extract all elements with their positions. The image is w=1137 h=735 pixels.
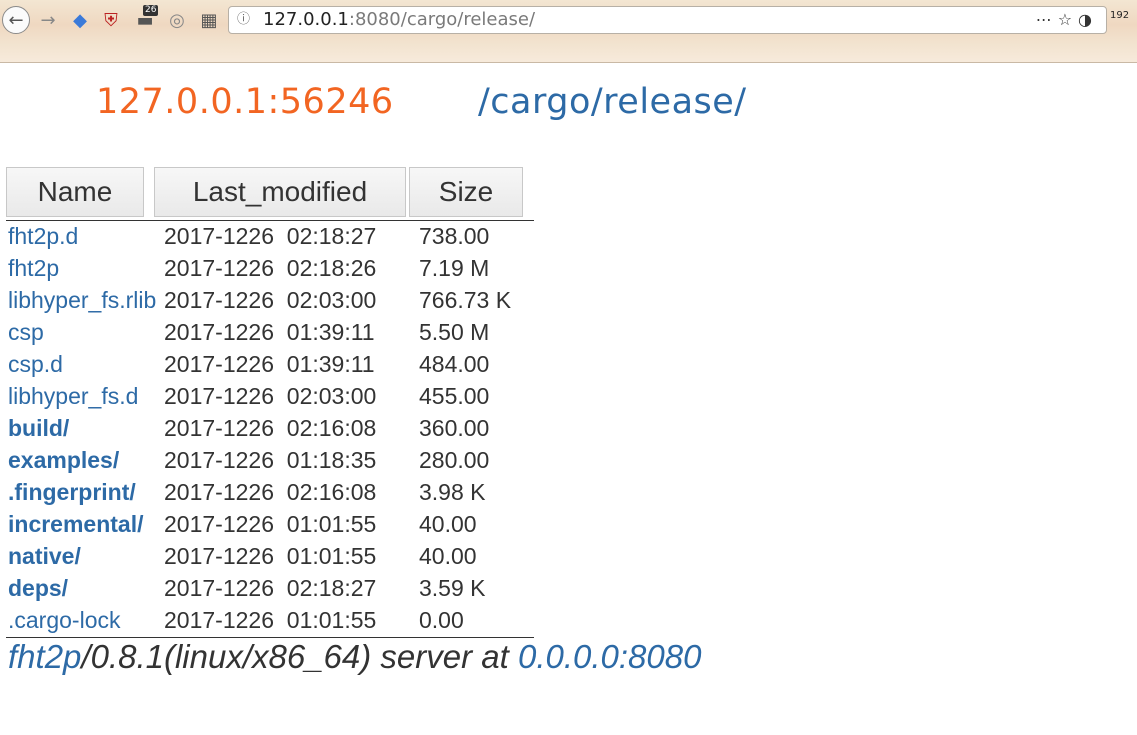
directory-link[interactable]: build/ — [8, 413, 69, 443]
shield-icon: ⛨ — [104, 9, 118, 31]
file-link[interactable]: csp.d — [8, 349, 63, 379]
file-size: 280.00 — [419, 447, 490, 473]
back-button[interactable]: ← — [2, 6, 30, 34]
last-modified: 2017-1226 02:18:26 — [164, 255, 377, 281]
file-link[interactable]: fht2p — [8, 253, 59, 283]
file-size: 5.50 M — [419, 319, 490, 345]
sort-name-button[interactable]: Name — [6, 167, 144, 217]
arrow-right-icon: → — [40, 9, 56, 31]
server-host: 127.0.0.1:56246 — [96, 82, 394, 122]
url-host: 127.0.0.1 — [263, 9, 349, 30]
file-link[interactable]: fht2p.d — [8, 221, 78, 251]
extension-badge: 26 — [143, 5, 159, 16]
file-size: 738.00 — [419, 223, 490, 249]
last-modified: 2017-1226 02:18:27 — [164, 575, 377, 601]
file-table: Name Last_modified Size — [6, 167, 523, 217]
url-text[interactable]: 127.0.0.1:8080/cargo/release/ — [263, 7, 535, 33]
last-modified: 2017-1226 01:18:35 — [164, 447, 377, 473]
forward-button[interactable]: → — [34, 6, 62, 34]
info-icon[interactable]: ⓘ — [237, 7, 250, 33]
file-size: 766.73 K — [419, 287, 512, 313]
url-actions: ⋯☆◑ — [1036, 7, 1098, 33]
last-modified: 2017-1226 02:16:08 — [164, 415, 377, 441]
extension-button[interactable]: ◆ — [66, 6, 94, 34]
file-link[interactable]: libhyper_fs.rlib — [8, 285, 156, 315]
file-size: 40.00 — [419, 511, 477, 537]
directory-link[interactable]: examples/ — [8, 445, 119, 475]
file-size: 7.19 M — [419, 255, 490, 281]
file-size: 455.00 — [419, 383, 490, 409]
last-modified: 2017-1226 01:01:55 — [164, 543, 377, 569]
last-modified: 2017-1226 02:03:00 — [164, 287, 377, 313]
address-link[interactable]: 0.0.0.0:8080 — [518, 638, 702, 675]
directory-link[interactable]: native/ — [8, 541, 81, 571]
menu-button[interactable]: 192 — [1110, 10, 1130, 28]
last-modified: 2017-1226 01:39:11 — [164, 319, 375, 345]
last-modified: 2017-1226 01:01:55 — [164, 607, 377, 633]
server-info: /0.8.1(linux/x86_64) server at — [81, 638, 518, 675]
menu-label: 192 — [1110, 10, 1130, 21]
server-link[interactable]: fht2p — [8, 638, 81, 675]
file-size: 3.59 K — [419, 575, 486, 601]
qr-code-icon: ▦ — [200, 9, 218, 31]
file-size: 484.00 — [419, 351, 490, 377]
ublock-button[interactable]: ⛨ — [97, 6, 125, 34]
target-icon: ◎ — [169, 9, 185, 31]
file-link[interactable]: libhyper_fs.d — [8, 381, 138, 411]
more-icon[interactable]: ⋯ — [1036, 10, 1058, 29]
file-size: 3.98 K — [419, 479, 486, 505]
file-link[interactable]: .cargo-lock — [8, 605, 120, 635]
directory-link[interactable]: .fingerprint/ — [8, 477, 136, 507]
browser-toolbar: ← → ◆ ⛨ ▬ 26 ◎ ▦ ⓘ 127.0.0.1:8080/cargo/… — [0, 0, 1137, 63]
directory-link[interactable]: deps/ — [8, 573, 68, 603]
file-size: 360.00 — [419, 415, 490, 441]
last-modified: 2017-1226 01:39:11 — [164, 351, 375, 377]
sort-modified-button[interactable]: Last_modified — [154, 167, 406, 217]
last-modified: 2017-1226 02:16:08 — [164, 479, 377, 505]
file-link[interactable]: csp — [8, 317, 44, 347]
file-size: 40.00 — [419, 543, 477, 569]
url-path: :8080/cargo/release/ — [348, 9, 536, 30]
sort-size-button[interactable]: Size — [409, 167, 523, 217]
last-modified: 2017-1226 02:18:27 — [164, 223, 377, 249]
qr-code-button[interactable]: ▦ — [195, 6, 223, 34]
server-footer: fht2p/0.8.1(linux/x86_64) server at 0.0.… — [8, 638, 701, 676]
reader-icon[interactable]: ◑ — [1078, 10, 1098, 29]
last-modified: 2017-1226 01:01:55 — [164, 511, 377, 537]
current-path[interactable]: /cargo/release/ — [478, 82, 747, 122]
url-bar[interactable]: ⓘ 127.0.0.1:8080/cargo/release/ ⋯☆◑ — [228, 6, 1107, 34]
star-icon[interactable]: ☆ — [1058, 10, 1078, 29]
file-size: 0.00 — [419, 607, 464, 633]
cube-icon: ◆ — [73, 9, 87, 31]
extension-button[interactable]: ◎ — [163, 6, 191, 34]
arrow-left-icon: ← — [8, 9, 24, 31]
directory-link[interactable]: incremental/ — [8, 509, 144, 539]
last-modified: 2017-1226 02:03:00 — [164, 383, 377, 409]
